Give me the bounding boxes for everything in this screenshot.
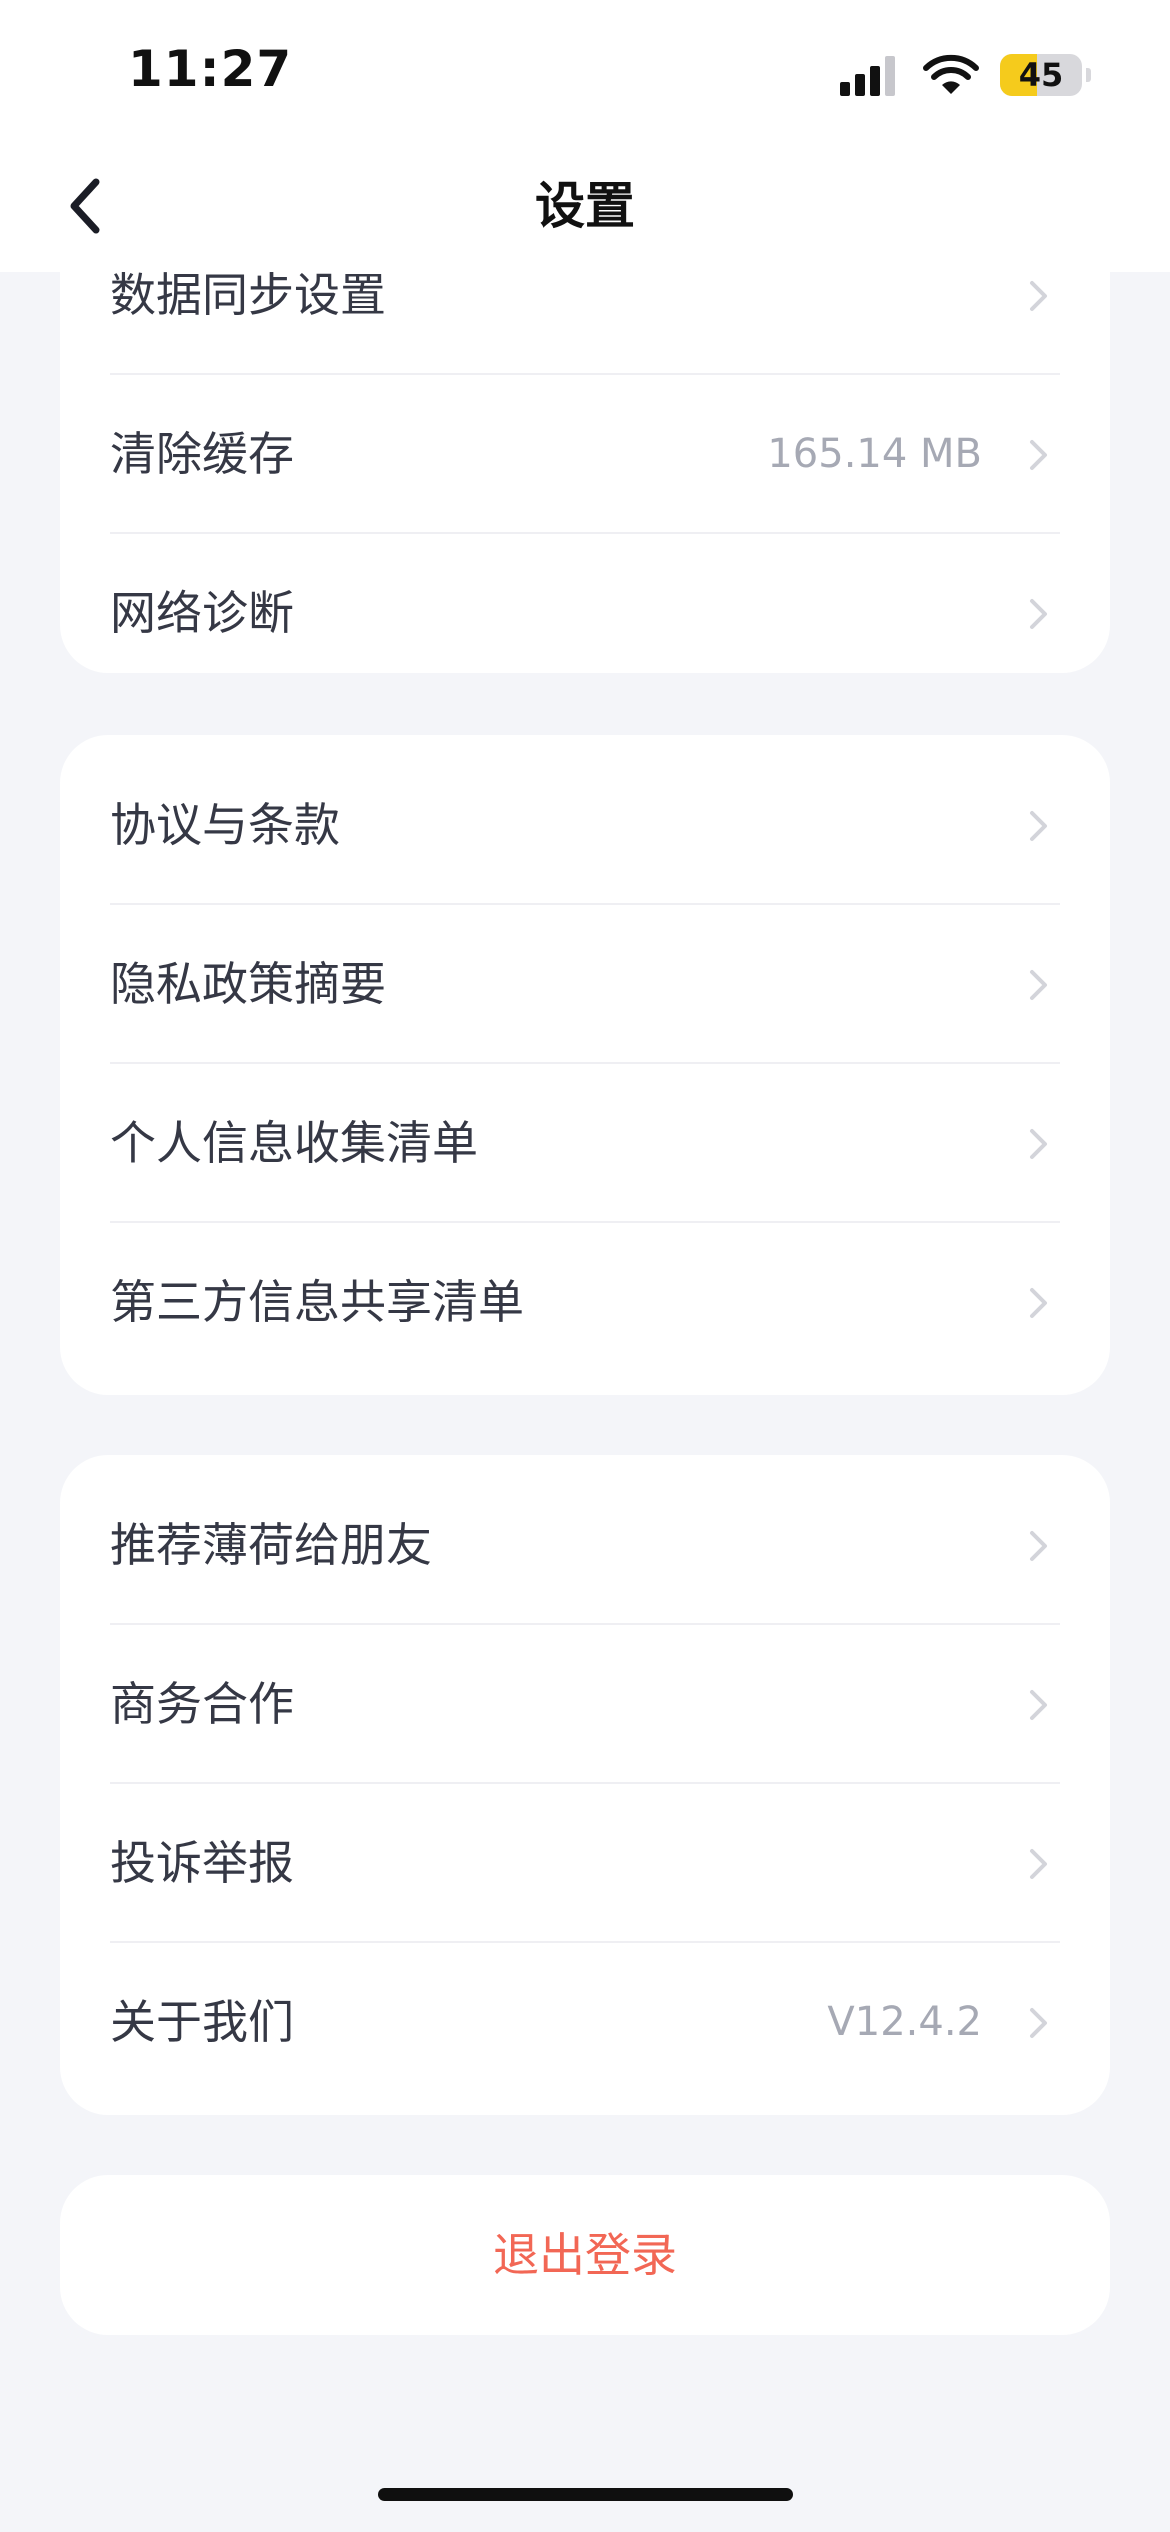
settings-item-label: 网络诊断 [110, 586, 294, 640]
settings-item-terms[interactable]: 协议与条款 [60, 746, 1110, 905]
settings-group-about: 推荐薄荷给朋友 商务合作 投诉举报 关于我们 V12.4.2 [60, 1455, 1110, 2115]
chevron-right-icon [1030, 1129, 1047, 1159]
logout-button[interactable]: 退出登录 [60, 2175, 1110, 2335]
chevron-right-icon [1030, 1531, 1047, 1561]
settings-scroll-area[interactable]: 数据同步设置 清除缓存 165.14 MB 网络诊断 协议与条款 隐私政策摘要 … [0, 0, 1170, 2532]
chevron-right-icon [1030, 281, 1047, 311]
settings-item-label: 第三方信息共享清单 [110, 1275, 524, 1329]
cache-size-value: 165.14 MB [767, 431, 982, 477]
settings-item-label: 隐私政策摘要 [110, 957, 386, 1011]
logout-label: 退出登录 [493, 2228, 677, 2282]
battery-cap [1086, 68, 1091, 82]
settings-item-label: 商务合作 [110, 1677, 294, 1731]
battery-icon: 45 [1000, 54, 1082, 96]
battery-level: 45 [1018, 56, 1064, 94]
status-time: 11:27 [128, 40, 293, 98]
settings-item-business[interactable]: 商务合作 [60, 1625, 1110, 1784]
settings-item-recommend[interactable]: 推荐薄荷给朋友 [60, 1466, 1110, 1625]
settings-item-label: 个人信息收集清单 [110, 1116, 478, 1170]
page-title: 设置 [535, 177, 635, 235]
chevron-right-icon [1030, 1849, 1047, 1879]
settings-item-label: 协议与条款 [110, 798, 340, 852]
settings-item-label: 投诉举报 [110, 1836, 294, 1890]
settings-item-report[interactable]: 投诉举报 [60, 1784, 1110, 1943]
status-icons: 45 [840, 52, 1092, 100]
settings-item-third-party-sharing[interactable]: 第三方信息共享清单 [60, 1223, 1110, 1382]
chevron-right-icon [1030, 1288, 1047, 1318]
chevron-right-icon [1030, 970, 1047, 1000]
home-indicator[interactable] [378, 2488, 793, 2501]
settings-group-legal: 协议与条款 隐私政策摘要 个人信息收集清单 第三方信息共享清单 [60, 735, 1110, 1395]
chevron-right-icon [1030, 440, 1047, 470]
wifi-icon [923, 54, 979, 94]
settings-item-personal-info-list[interactable]: 个人信息收集清单 [60, 1064, 1110, 1223]
app-version-value: V12.4.2 [827, 1999, 982, 2045]
settings-item-label: 清除缓存 [110, 427, 294, 481]
settings-item-privacy-summary[interactable]: 隐私政策摘要 [60, 905, 1110, 1064]
settings-item-label: 关于我们 [110, 1995, 294, 2049]
settings-item-about-us[interactable]: 关于我们 V12.4.2 [60, 1943, 1110, 2102]
chevron-right-icon [1030, 599, 1047, 629]
settings-item-label: 推荐薄荷给朋友 [110, 1518, 432, 1572]
settings-item-network-diagnosis[interactable]: 网络诊断 [60, 534, 1110, 673]
settings-item-clear-cache[interactable]: 清除缓存 165.14 MB [60, 375, 1110, 534]
top-header: 11:27 45 设置 [0, 0, 1170, 272]
signal-icon [840, 56, 895, 96]
chevron-right-icon [1030, 2008, 1047, 2038]
chevron-right-icon [1030, 1690, 1047, 1720]
chevron-right-icon [1030, 811, 1047, 841]
